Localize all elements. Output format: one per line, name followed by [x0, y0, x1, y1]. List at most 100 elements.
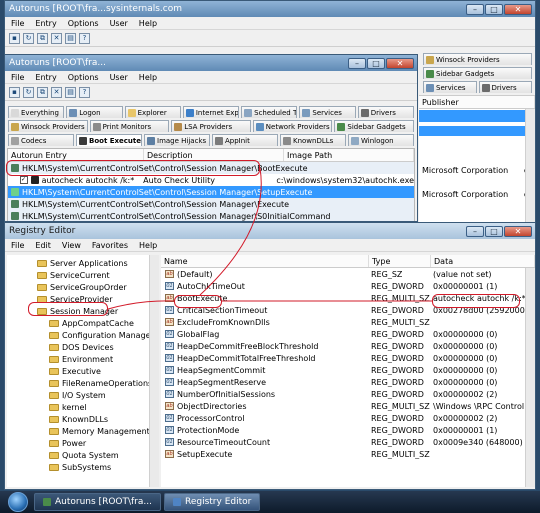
minimize-button[interactable]: – [348, 57, 366, 69]
column-name[interactable]: Name [161, 255, 369, 267]
maximize-button[interactable]: □ [367, 57, 385, 69]
properties-icon[interactable]: ▤ [65, 86, 76, 98]
tab-winlogon[interactable]: Winlogon [348, 134, 414, 146]
tree-node[interactable]: DOS Devices [7, 341, 158, 353]
tab-everything[interactable]: Everything [8, 106, 65, 118]
tab-scheduled-tasks[interactable]: Scheduled Tasks [241, 106, 298, 118]
autorun-key-row-selected[interactable]: HKLM\System\CurrentControlSet\Control\Se… [8, 186, 414, 198]
taskbar-autoruns[interactable]: Autoruns [ROOT\fra... [34, 493, 161, 511]
tree-node[interactable]: AppCompatCache [7, 317, 158, 329]
find-icon[interactable]: ? [79, 86, 90, 98]
minimize-button[interactable]: – [466, 3, 484, 15]
tab-lsa-providers[interactable]: LSA Providers [171, 120, 251, 132]
tree-node[interactable]: KnownDLLs [7, 413, 158, 425]
menu-options[interactable]: Options [68, 73, 99, 82]
column-data[interactable]: Data [431, 255, 535, 267]
tab-drivers[interactable]: Drivers [357, 106, 414, 118]
refresh-icon[interactable]: ↻ [23, 86, 34, 98]
autorun-key-row[interactable]: HKLM\System\CurrentControlSet\Control\Se… [8, 198, 414, 210]
menu-file[interactable]: File [11, 19, 24, 28]
menu-entry[interactable]: Entry [35, 73, 56, 82]
tab-appinit[interactable]: AppInit [212, 134, 278, 146]
tree-node[interactable]: Quota System [7, 449, 158, 461]
value-row[interactable]: 01 ProtectionMode REG_DWORD 0x00000001 (1) [161, 424, 535, 436]
refresh-icon[interactable]: ↻ [23, 32, 34, 44]
menu-help[interactable]: Help [139, 73, 157, 82]
value-row[interactable]: ab (Default) REG_SZ (value not set) [161, 268, 535, 280]
menu-favorites[interactable]: Favorites [92, 241, 128, 250]
tab-drivers[interactable]: Drivers [478, 81, 532, 93]
tree-node[interactable]: SubSystems [7, 461, 158, 473]
value-row[interactable]: 01 ResourceTimeoutCount REG_DWORD 0x0009e34… [161, 436, 535, 448]
tree-node[interactable]: I/O System [7, 389, 158, 401]
menu-file[interactable]: File [11, 73, 24, 82]
close-button[interactable]: ✕ [504, 3, 532, 15]
menu-options[interactable]: Options [68, 19, 99, 28]
tab-sidebar-gadgets[interactable]: Sidebar Gadgets [423, 67, 532, 79]
back-row-publisher[interactable]: Microsoft Corporationc: [419, 164, 535, 176]
menu-help[interactable]: Help [139, 241, 157, 250]
tab-explorer[interactable]: Explorer [124, 106, 181, 118]
column-image-path[interactable]: Image Path [284, 149, 414, 161]
tab-boot-execute[interactable]: Boot Execute [76, 134, 142, 146]
maximize-button[interactable]: □ [485, 225, 503, 237]
value-row[interactable]: 01 NumberOfInitialSessions REG_DWORD 0x0000… [161, 388, 535, 400]
tree-node[interactable]: Executive [7, 365, 158, 377]
value-row[interactable]: 01 AutoChkTimeOut REG_DWORD 0x00000001 (1) [161, 280, 535, 292]
menu-view[interactable]: View [62, 241, 81, 250]
properties-icon[interactable]: ▤ [65, 32, 76, 44]
menu-user[interactable]: User [110, 73, 128, 82]
taskbar-registry-editor[interactable]: Registry Editor [163, 493, 261, 511]
tab-image-hijacks[interactable]: Image Hijacks [144, 134, 210, 146]
tree-node[interactable]: kernel [7, 401, 158, 413]
maximize-button[interactable]: □ [485, 3, 503, 15]
tree-node[interactable]: ServiceCurrent [7, 269, 158, 281]
close-button[interactable]: ✕ [504, 225, 532, 237]
value-row[interactable]: 01 ProcessorControl REG_DWORD 0x00000002 (2… [161, 412, 535, 424]
tab-print-monitors[interactable]: Print Monitors [89, 120, 170, 132]
copy-icon[interactable]: ⧉ [37, 86, 48, 98]
back-row-publisher[interactable]: Microsoft Corporationc: [419, 188, 535, 200]
save-icon[interactable]: ▪ [9, 32, 20, 44]
tab-sidebar-gadgets[interactable]: Sidebar Gadgets [334, 120, 414, 132]
menu-file[interactable]: File [11, 241, 24, 250]
values-scrollbar[interactable] [525, 268, 535, 487]
save-icon[interactable]: ▪ [9, 86, 20, 98]
tab-network-providers[interactable]: Network Providers [252, 120, 333, 132]
close-button[interactable]: ✕ [386, 57, 414, 69]
tree-scrollbar[interactable] [149, 255, 159, 487]
value-row[interactable]: 01 HeapSegmentReserve REG_DWORD 0x00000000 … [161, 376, 535, 388]
tree-node[interactable]: Memory Management [7, 425, 158, 437]
value-row[interactable]: ab ExcludeFromKnownDlls REG_MULTI_SZ [161, 316, 535, 328]
value-row[interactable]: 01 HeapSegmentCommit REG_DWORD 0x00000000 (… [161, 364, 535, 376]
value-row[interactable]: ab SetupExecute REG_MULTI_SZ [161, 448, 535, 460]
back-selected-row[interactable] [419, 110, 535, 122]
delete-icon[interactable]: ✕ [51, 32, 62, 44]
column-type[interactable]: Type [369, 255, 431, 267]
tab-codecs[interactable]: Codecs [8, 134, 74, 146]
find-icon[interactable]: ? [79, 32, 90, 44]
value-row[interactable]: 01 HeapDeCommitFreeBlockThreshold REG_DWOR… [161, 340, 535, 352]
tab-logon[interactable]: Logon [66, 106, 123, 118]
back-selected-row-2[interactable] [419, 126, 535, 136]
delete-icon[interactable]: ✕ [51, 86, 62, 98]
tab-services[interactable]: Services [423, 81, 477, 93]
tab-winsock-providers[interactable]: Winsock Providers [8, 120, 88, 132]
tree-node[interactable]: FileRenameOperations [7, 377, 158, 389]
back-scrollbar[interactable] [525, 109, 535, 235]
copy-icon[interactable]: ⧉ [37, 32, 48, 44]
tab-services[interactable]: Services [299, 106, 356, 118]
value-row[interactable]: 01 HeapDeCommitTotalFreeThreshold REG_DWOR… [161, 352, 535, 364]
value-row[interactable]: ab ObjectDirectories REG_MULTI_SZ \Windows … [161, 400, 535, 412]
tree-node[interactable]: Environment [7, 353, 158, 365]
tree-node[interactable]: Server Applications [7, 257, 158, 269]
menu-entry[interactable]: Entry [35, 19, 56, 28]
enable-checkbox[interactable]: ✓ [20, 176, 28, 184]
tree-node[interactable]: Configuration Manager [7, 329, 158, 341]
minimize-button[interactable]: – [466, 225, 484, 237]
autorun-key-row[interactable]: HKLM\System\CurrentControlSet\Control\Se… [8, 210, 414, 221]
menu-edit[interactable]: Edit [35, 241, 51, 250]
menu-user[interactable]: User [110, 19, 128, 28]
tree-node[interactable]: ServiceGroupOrder [7, 281, 158, 293]
tab-winsock-providers[interactable]: Winsock Providers [423, 53, 532, 65]
